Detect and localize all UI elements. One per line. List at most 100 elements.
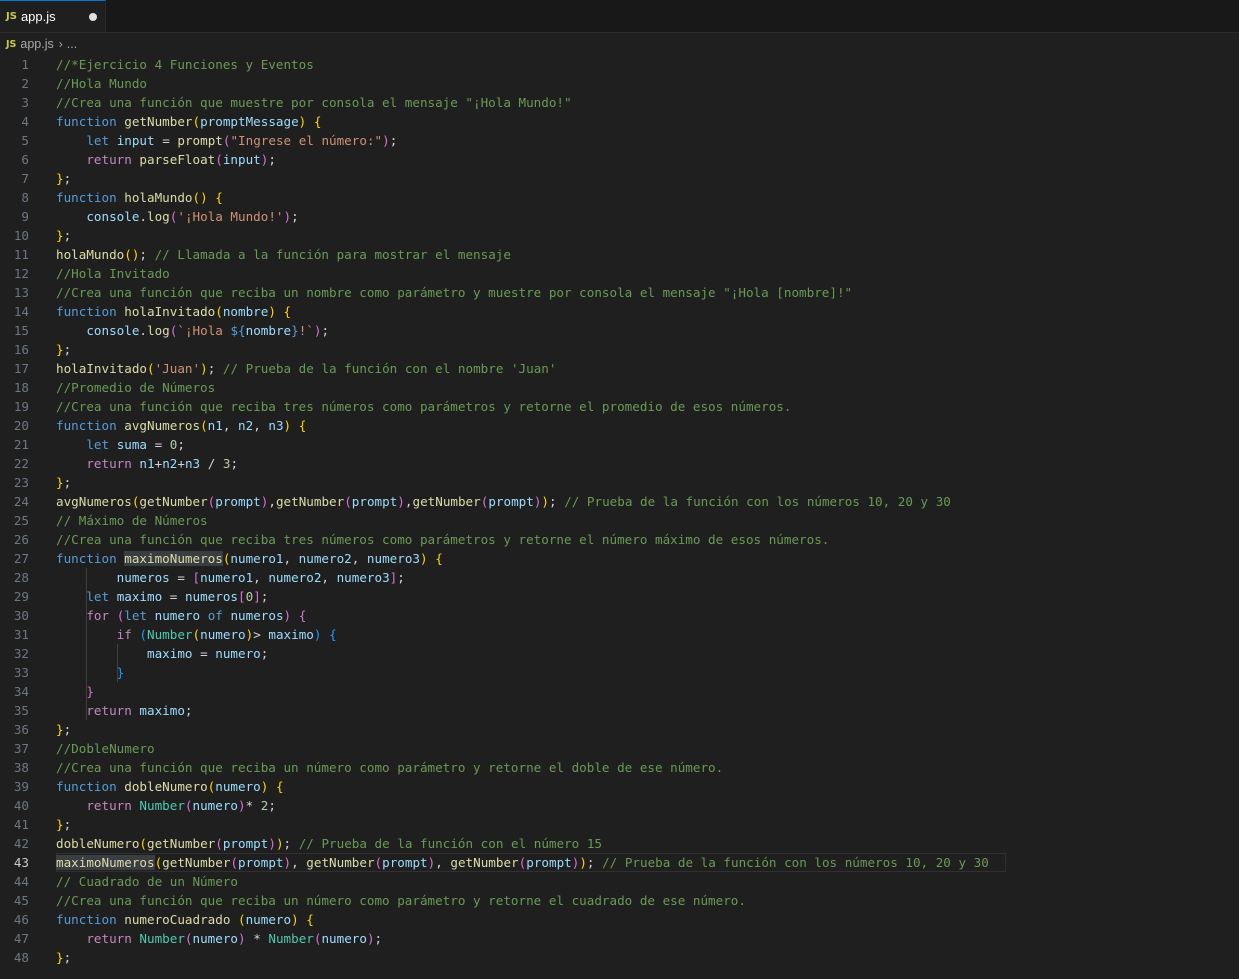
tab-app-js[interactable]: JS app.js xyxy=(0,0,106,32)
code-line[interactable]: 6 return parseFloat(input); xyxy=(0,150,1239,169)
code-token: function xyxy=(56,190,125,205)
code-line[interactable]: 16}; xyxy=(0,340,1239,359)
code-line[interactable]: 47 return Number(numero) * Number(numero… xyxy=(0,929,1239,948)
code-token: prompt xyxy=(351,494,398,509)
code-line[interactable]: 30 for (let numero of numeros) { xyxy=(0,606,1239,625)
code-line[interactable]: 29 let maximo = numeros[0]; xyxy=(0,587,1239,606)
code-text: }; xyxy=(56,720,71,739)
code-line[interactable]: 36}; xyxy=(0,720,1239,739)
line-number: 14 xyxy=(13,304,29,319)
code-token: ( xyxy=(344,494,352,509)
line-number: 1 xyxy=(21,57,29,72)
code-line[interactable]: 15 console.log(`¡Hola ${nombre}!`); xyxy=(0,321,1239,340)
code-line[interactable]: 17 holaInvitado('Juan'); // Prueba de la … xyxy=(0,359,1239,378)
code-line[interactable]: 13 //Crea una función que reciba un nombr… xyxy=(0,283,1239,302)
code-token: ( xyxy=(230,855,239,870)
code-token: } xyxy=(56,722,64,737)
code-token: ; xyxy=(63,171,72,186)
code-token: ; xyxy=(63,817,72,832)
code-token: numero xyxy=(245,912,292,927)
code-token: . xyxy=(139,323,148,338)
line-number: 22 xyxy=(13,456,29,471)
code-line[interactable]: 4 function getNumber(promptMessage) { xyxy=(0,112,1239,131)
code-line[interactable]: 44 // Cuadrado de un Número xyxy=(0,872,1239,891)
code-text: //Crea una función que reciba un nombre … xyxy=(56,283,852,302)
code-text: // Máximo de Números xyxy=(56,511,208,530)
code-line[interactable]: 35 return maximo; xyxy=(0,701,1239,720)
code-line[interactable]: 2 //Hola Mundo xyxy=(0,74,1239,93)
code-token: } xyxy=(116,665,125,680)
code-line[interactable]: 32 maximo = numero; xyxy=(0,644,1239,663)
code-line[interactable]: 24 avgNumeros(getNumber(prompt),getNumber… xyxy=(0,492,1239,511)
code-line[interactable]: 14 function holaInvitado(nombre) { xyxy=(0,302,1239,321)
line-number: 29 xyxy=(13,589,29,604)
code-line[interactable]: 39 function dobleNumero(numero) { xyxy=(0,777,1239,796)
code-line[interactable]: 20 function avgNumeros(n1, n2, n3) { xyxy=(0,416,1239,435)
code-line[interactable]: 10}; xyxy=(0,226,1239,245)
code-line[interactable]: 46 function numeroCuadrado (numero) { xyxy=(0,910,1239,929)
code-token: maximo xyxy=(268,627,314,642)
code-text: // Cuadrado de un Número xyxy=(56,872,238,891)
code-token: + xyxy=(177,456,185,471)
code-line[interactable]: 11 holaMundo(); // Llamada a la función p… xyxy=(0,245,1239,264)
code-line[interactable]: 41}; xyxy=(0,815,1239,834)
code-token: n1 xyxy=(139,456,155,471)
code-text: }; xyxy=(56,169,71,188)
code-token: ; xyxy=(268,152,276,167)
code-line[interactable]: 48}; xyxy=(0,948,1239,967)
code-line[interactable]: 31 if (Number(numero)> maximo) { xyxy=(0,625,1239,644)
code-token: { xyxy=(298,418,307,433)
code-line[interactable]: 7}; xyxy=(0,169,1239,188)
code-token: } xyxy=(56,228,64,243)
code-token: numero xyxy=(321,931,367,946)
code-token: ( xyxy=(147,361,155,376)
line-number: 37 xyxy=(13,741,29,756)
unsaved-changes-dot-icon[interactable] xyxy=(89,12,97,21)
code-editor[interactable]: 1 //*Ejercicio 4 Funciones y Eventos 2 //Ho… xyxy=(0,55,1239,967)
code-text: //Crea una función que reciba un número … xyxy=(56,891,746,910)
code-line[interactable]: 27 function maximoNumeros(numero1, numero… xyxy=(0,549,1239,568)
line-number: 48 xyxy=(13,950,29,965)
code-token: Number xyxy=(139,931,185,946)
breadcrumb-symbols[interactable]: ... xyxy=(67,37,77,51)
code-token: ( xyxy=(192,627,201,642)
code-line[interactable]: 33 } xyxy=(0,663,1239,682)
code-token: dobleNumero xyxy=(124,779,208,794)
code-line[interactable]: 12 //Hola Invitado xyxy=(0,264,1239,283)
code-line[interactable]: 23}; xyxy=(0,473,1239,492)
code-line[interactable]: 5 let input = prompt("Ingrese el número:… xyxy=(0,131,1239,150)
code-text: //Crea una función que muestre por conso… xyxy=(56,93,572,112)
code-line[interactable]: 38 //Crea una función que reciba un númer… xyxy=(0,758,1239,777)
code-line[interactable]: 22 return n1+n2+n3 / 3; xyxy=(0,454,1239,473)
code-token: numero xyxy=(200,627,246,642)
code-token: numero1 xyxy=(200,570,254,585)
code-line[interactable]: 3 //Crea una función que muestre por cons… xyxy=(0,93,1239,112)
code-line[interactable]: 45 //Crea una función que reciba un númer… xyxy=(0,891,1239,910)
code-line[interactable]: 1 //*Ejercicio 4 Funciones y Eventos xyxy=(0,55,1239,74)
code-token: { xyxy=(215,190,223,205)
code-line[interactable]: 42 dobleNumero(getNumber(prompt)); // Pru… xyxy=(0,834,1239,853)
code-token: ( xyxy=(374,855,383,870)
code-line[interactable]: 40 return Number(numero)* 2; xyxy=(0,796,1239,815)
code-line[interactable]: 8 function holaMundo() { xyxy=(0,188,1239,207)
code-line[interactable]: 43 maximoNumeros(getNumber(prompt), getNu… xyxy=(0,853,1239,872)
line-number: 7 xyxy=(21,171,29,186)
code-line[interactable]: 25 // Máximo de Números xyxy=(0,511,1239,530)
code-text: maximo = numero; xyxy=(56,644,268,663)
code-token: console xyxy=(86,323,140,338)
code-line[interactable]: 18 //Promedio de Números xyxy=(0,378,1239,397)
code-token: , xyxy=(435,855,451,870)
code-line[interactable]: 9 console.log('¡Hola Mundo!'); xyxy=(0,207,1239,226)
code-line[interactable]: 26 //Crea una función que reciba tres núm… xyxy=(0,530,1239,549)
code-text: holaInvitado('Juan'); // Prueba de la fu… xyxy=(56,359,556,378)
code-text: }; xyxy=(56,815,71,834)
code-line[interactable]: 34 } xyxy=(0,682,1239,701)
code-token: numero xyxy=(215,646,261,661)
breadcrumb-file[interactable]: app.js xyxy=(20,37,53,51)
code-line[interactable]: 37 //DobleNumero xyxy=(0,739,1239,758)
code-token: '¡Hola Mundo!' xyxy=(177,209,284,224)
code-line[interactable]: 21 let suma = 0; xyxy=(0,435,1239,454)
code-line[interactable]: 28 numeros = [numero1, numero2, numero3]… xyxy=(0,568,1239,587)
code-line[interactable]: 19 //Crea una función que reciba tres núm… xyxy=(0,397,1239,416)
